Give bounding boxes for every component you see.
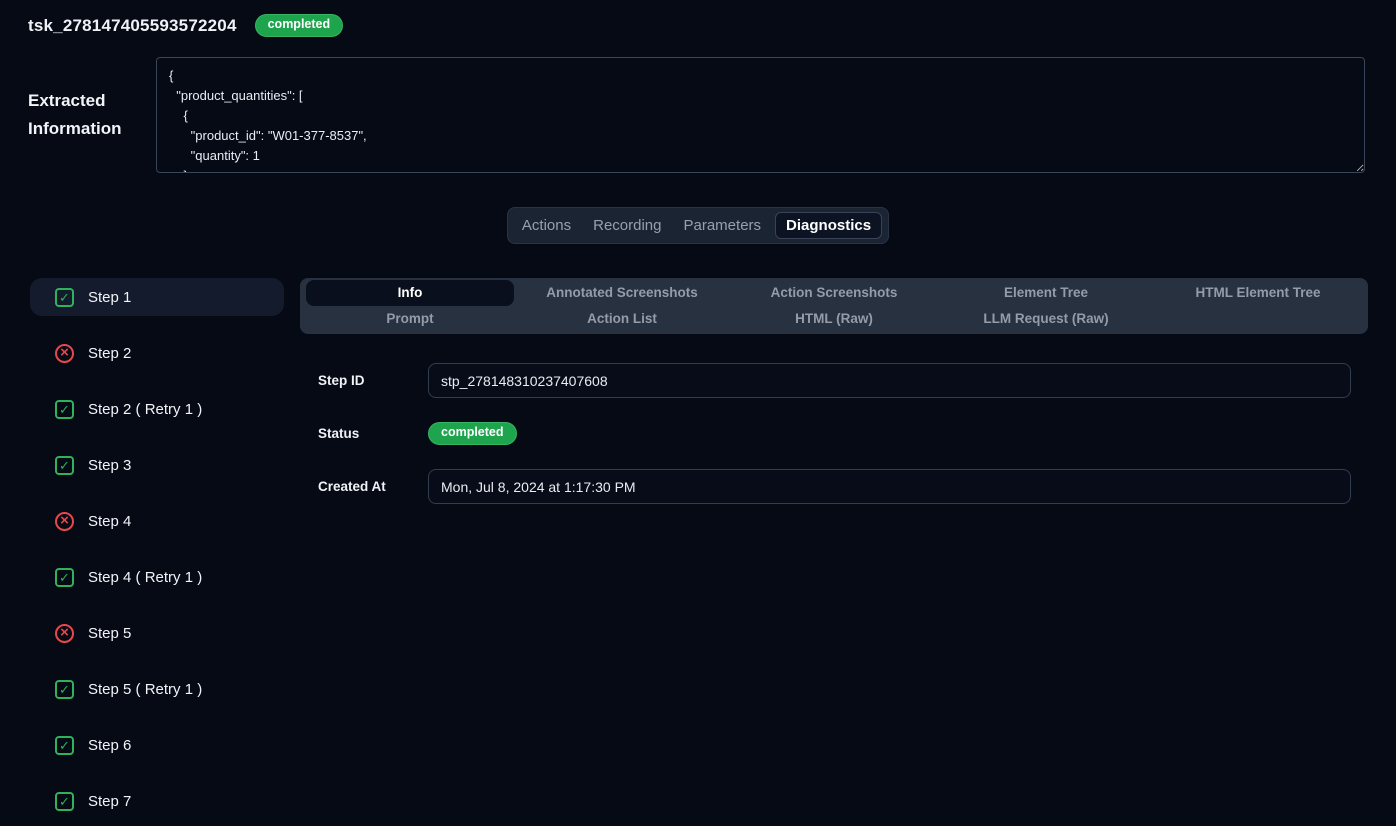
- subtab-action-list[interactable]: Action List: [518, 306, 726, 332]
- step-label: Step 2 ( Retry 1 ): [88, 401, 202, 418]
- step-status-badge: completed: [428, 422, 517, 445]
- step-id-input[interactable]: [428, 363, 1351, 398]
- extracted-information-textarea[interactable]: { "product_quantities": [ { "product_id"…: [156, 57, 1365, 173]
- main-area: Step 1 Step 2 Step 2 ( Retry 1 ) Step 3 …: [0, 278, 1396, 826]
- step-5-retry-1[interactable]: Step 5 ( Retry 1 ): [30, 670, 284, 708]
- step-6[interactable]: Step 6: [30, 726, 284, 764]
- step-3[interactable]: Step 3: [30, 446, 284, 484]
- step-7[interactable]: Step 7: [30, 782, 284, 820]
- step-label: Step 4: [88, 513, 131, 530]
- step-id-label: Step ID: [318, 373, 428, 388]
- field-created-at: Created At: [318, 469, 1368, 504]
- subtab-annotated-screenshots[interactable]: Annotated Screenshots: [518, 280, 726, 306]
- step-label: Step 5 ( Retry 1 ): [88, 681, 202, 698]
- check-icon: [55, 680, 74, 699]
- subtab-llm-request-raw[interactable]: LLM Request (Raw): [942, 306, 1150, 332]
- subtab-action-screenshots[interactable]: Action Screenshots: [730, 280, 938, 306]
- step-4[interactable]: Step 4: [30, 502, 284, 540]
- tab-parameters[interactable]: Parameters: [676, 212, 770, 239]
- page-title: tsk_278147405593572204: [28, 16, 237, 36]
- step-label: Step 2: [88, 345, 131, 362]
- diagnostics-panel: Info Annotated Screenshots Action Screen…: [300, 278, 1368, 522]
- step-label: Step 6: [88, 737, 131, 754]
- extracted-information-section: Extracted Information { "product_quantit…: [0, 57, 1396, 173]
- tab-actions[interactable]: Actions: [514, 212, 579, 239]
- check-icon: [55, 288, 74, 307]
- step-label: Step 3: [88, 457, 131, 474]
- subtab-prompt[interactable]: Prompt: [306, 306, 514, 332]
- status-label: Status: [318, 426, 428, 441]
- step-2-retry-1[interactable]: Step 2 ( Retry 1 ): [30, 390, 284, 428]
- task-status-badge: completed: [255, 14, 344, 37]
- subtab-element-tree[interactable]: Element Tree: [942, 280, 1150, 306]
- step-4-retry-1[interactable]: Step 4 ( Retry 1 ): [30, 558, 284, 596]
- x-icon: [55, 624, 74, 643]
- field-status: Status completed: [318, 416, 1368, 451]
- check-icon: [55, 736, 74, 755]
- step-label: Step 5: [88, 625, 131, 642]
- step-2[interactable]: Step 2: [30, 334, 284, 372]
- diagnostics-subtab-bar: Info Annotated Screenshots Action Screen…: [300, 278, 1368, 334]
- created-at-label: Created At: [318, 479, 428, 494]
- subtab-html-element-tree[interactable]: HTML Element Tree: [1154, 280, 1362, 306]
- x-icon: [55, 344, 74, 363]
- step-label: Step 1: [88, 289, 131, 306]
- steps-sidebar: Step 1 Step 2 Step 2 ( Retry 1 ) Step 3 …: [30, 278, 284, 826]
- check-icon: [55, 456, 74, 475]
- created-at-input[interactable]: [428, 469, 1351, 504]
- header: tsk_278147405593572204 completed: [0, 0, 1396, 38]
- tab-recording[interactable]: Recording: [585, 212, 669, 239]
- check-icon: [55, 568, 74, 587]
- x-icon: [55, 512, 74, 531]
- check-icon: [55, 792, 74, 811]
- check-icon: [55, 400, 74, 419]
- step-1[interactable]: Step 1: [30, 278, 284, 316]
- step-label: Step 4 ( Retry 1 ): [88, 569, 202, 586]
- main-tab-bar: Actions Recording Parameters Diagnostics: [507, 207, 889, 244]
- subtab-html-raw[interactable]: HTML (Raw): [730, 306, 938, 332]
- field-step-id: Step ID: [318, 363, 1368, 398]
- tab-diagnostics[interactable]: Diagnostics: [775, 212, 882, 239]
- extracted-information-label: Extracted Information: [28, 87, 156, 143]
- step-5[interactable]: Step 5: [30, 614, 284, 652]
- step-label: Step 7: [88, 793, 131, 810]
- subtab-info[interactable]: Info: [306, 280, 514, 306]
- step-info-fields: Step ID Status completed Created At: [300, 363, 1368, 504]
